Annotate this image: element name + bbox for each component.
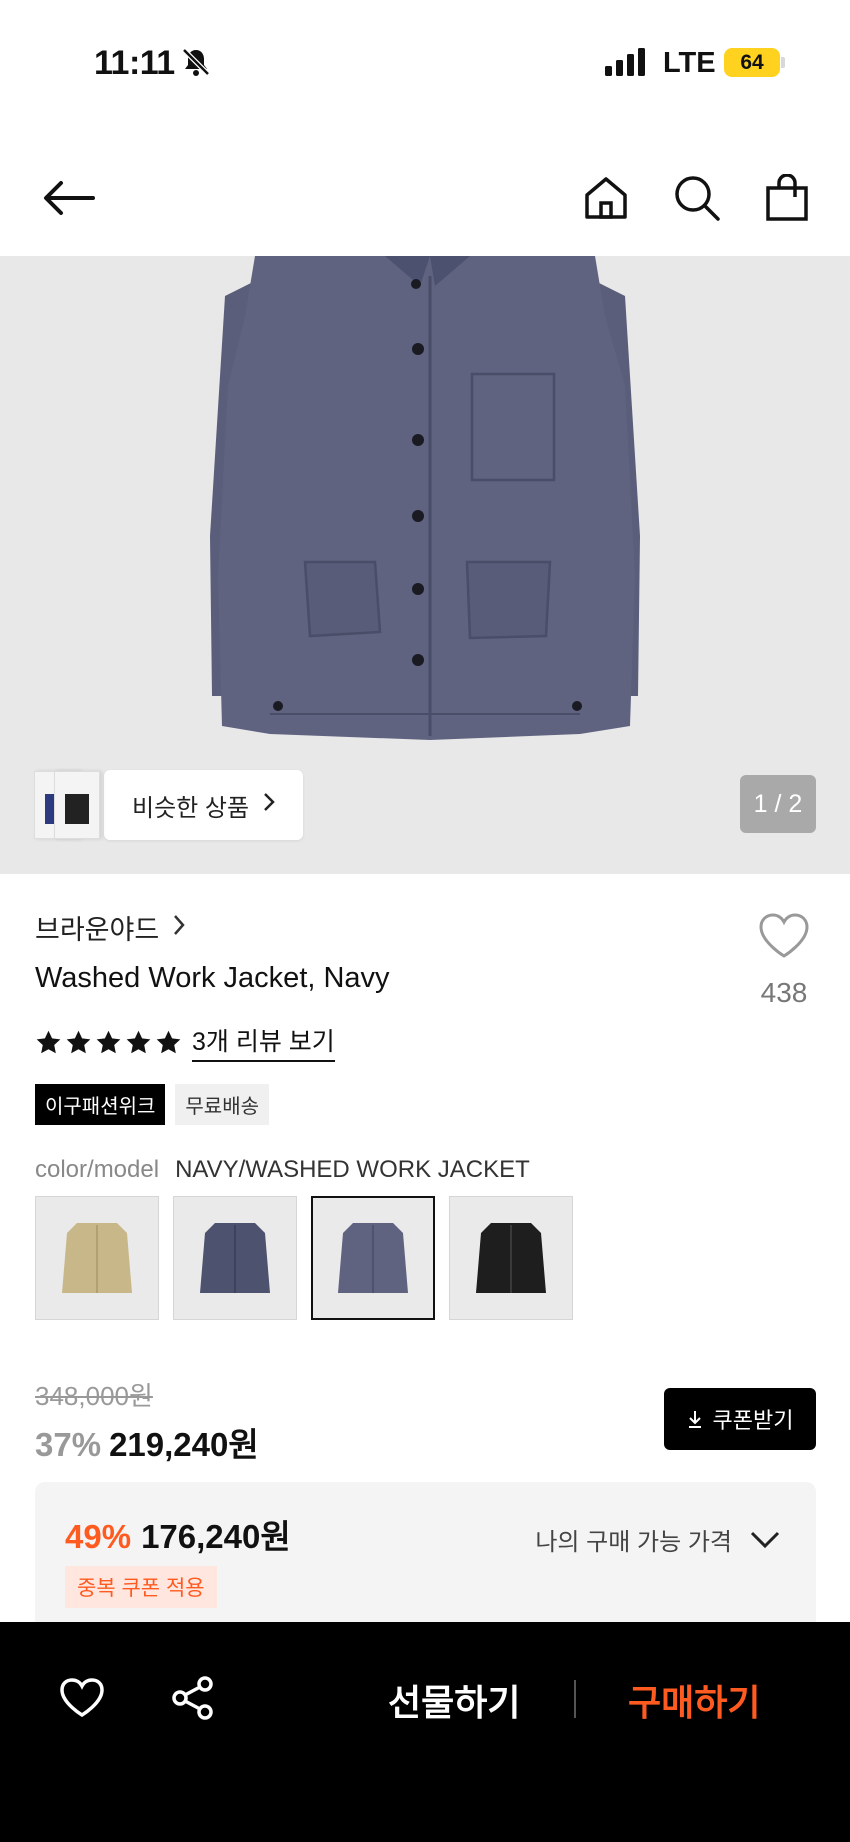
star-rating xyxy=(35,1029,182,1056)
star-icon xyxy=(96,1030,121,1053)
battery-icon xyxy=(781,57,785,68)
share-icon[interactable] xyxy=(165,1670,221,1726)
rating-row: 3개 리뷰 보기 xyxy=(35,1022,335,1062)
download-icon xyxy=(688,1411,701,1428)
status-bar: 11:11 LTE 64 xyxy=(0,0,850,120)
shipping-badge: 무료배송 xyxy=(175,1084,270,1125)
swatch-black[interactable] xyxy=(449,1196,573,1320)
brand-name: 브라운야드 xyxy=(35,915,160,945)
sale-price-row: 37% 219,240원 xyxy=(35,1418,259,1466)
best-price: 176,240원 xyxy=(141,1518,291,1555)
product-title: Washed Work Jacket, Navy xyxy=(35,962,390,994)
coupon-download-button[interactable]: 쿠폰받기 xyxy=(664,1388,816,1450)
my-price-label: 나의 구매 가능 가격 xyxy=(535,1529,732,1556)
star-icon xyxy=(36,1030,61,1053)
best-price-box[interactable]: 49% 176,240원 중복 쿠폰 적용 나의 구매 가능 가격 xyxy=(35,1482,816,1622)
similar-thumb xyxy=(54,771,100,839)
network-type: LTE xyxy=(663,47,716,79)
best-discount: 49% xyxy=(65,1518,132,1555)
buy-button[interactable]: 구매하기 xyxy=(628,1674,760,1726)
option-label: color/model xyxy=(35,1156,160,1183)
option-row: color/model NAVY/WASHED WORK JACKET xyxy=(35,1156,530,1184)
review-link[interactable]: 3개 리뷰 보기 xyxy=(192,1022,335,1062)
my-price-toggle[interactable]: 나의 구매 가능 가격 xyxy=(535,1522,780,1557)
divider xyxy=(574,1680,576,1718)
similar-products-button[interactable]: 비슷한 상품 xyxy=(34,770,304,840)
star-icon xyxy=(126,1030,151,1053)
home-icon[interactable] xyxy=(576,168,636,228)
gift-button[interactable]: 선물하기 xyxy=(388,1674,520,1726)
swatch-navy-washed[interactable] xyxy=(311,1196,435,1320)
star-icon xyxy=(156,1030,181,1053)
badge-list: 이구패션위크 무료배송 xyxy=(35,1084,270,1125)
product-image[interactable]: 비슷한 상품 1 / 2 xyxy=(0,256,850,874)
bag-icon[interactable] xyxy=(757,168,817,228)
chevron-right-icon xyxy=(263,791,275,819)
heart-icon[interactable] xyxy=(54,1670,110,1726)
signal-icon xyxy=(605,48,649,81)
like-count: 438 xyxy=(760,977,808,1008)
discount-rate: 37% xyxy=(35,1426,102,1463)
swatch-navy[interactable] xyxy=(173,1196,297,1320)
coupon-tag: 중복 쿠폰 적용 xyxy=(65,1566,217,1608)
top-nav xyxy=(0,150,850,256)
star-icon xyxy=(66,1030,91,1053)
event-badge: 이구패션위크 xyxy=(35,1084,166,1125)
brand-link[interactable]: 브라운야드 xyxy=(35,908,185,947)
coupon-button-label: 쿠폰받기 xyxy=(712,1408,794,1433)
best-price-row: 49% 176,240원 xyxy=(65,1510,291,1558)
status-time: 11:11 xyxy=(94,44,175,82)
arrow-left-icon[interactable] xyxy=(38,168,98,228)
chevron-right-icon xyxy=(173,912,185,943)
image-counter: 1 / 2 xyxy=(740,775,816,833)
similar-pill: 비슷한 상품 xyxy=(104,770,304,840)
color-swatches xyxy=(35,1196,573,1320)
similar-thumbnails xyxy=(34,771,114,839)
option-value: NAVY/WASHED WORK JACKET xyxy=(175,1156,530,1183)
similar-label: 비슷한 상품 xyxy=(132,794,250,822)
like-button[interactable]: 438 xyxy=(752,912,816,1009)
heart-icon xyxy=(759,913,809,958)
battery-level: 64 xyxy=(724,48,780,77)
chevron-down-icon xyxy=(750,1531,780,1548)
swatch-beige[interactable] xyxy=(35,1196,159,1320)
bottom-action-bar: 선물하기 구매하기 xyxy=(0,1622,850,1842)
search-icon[interactable] xyxy=(667,168,727,228)
bell-off-icon xyxy=(180,46,212,83)
sale-price: 219,240원 xyxy=(109,1426,259,1463)
original-price: 348,000원 xyxy=(35,1381,153,1411)
